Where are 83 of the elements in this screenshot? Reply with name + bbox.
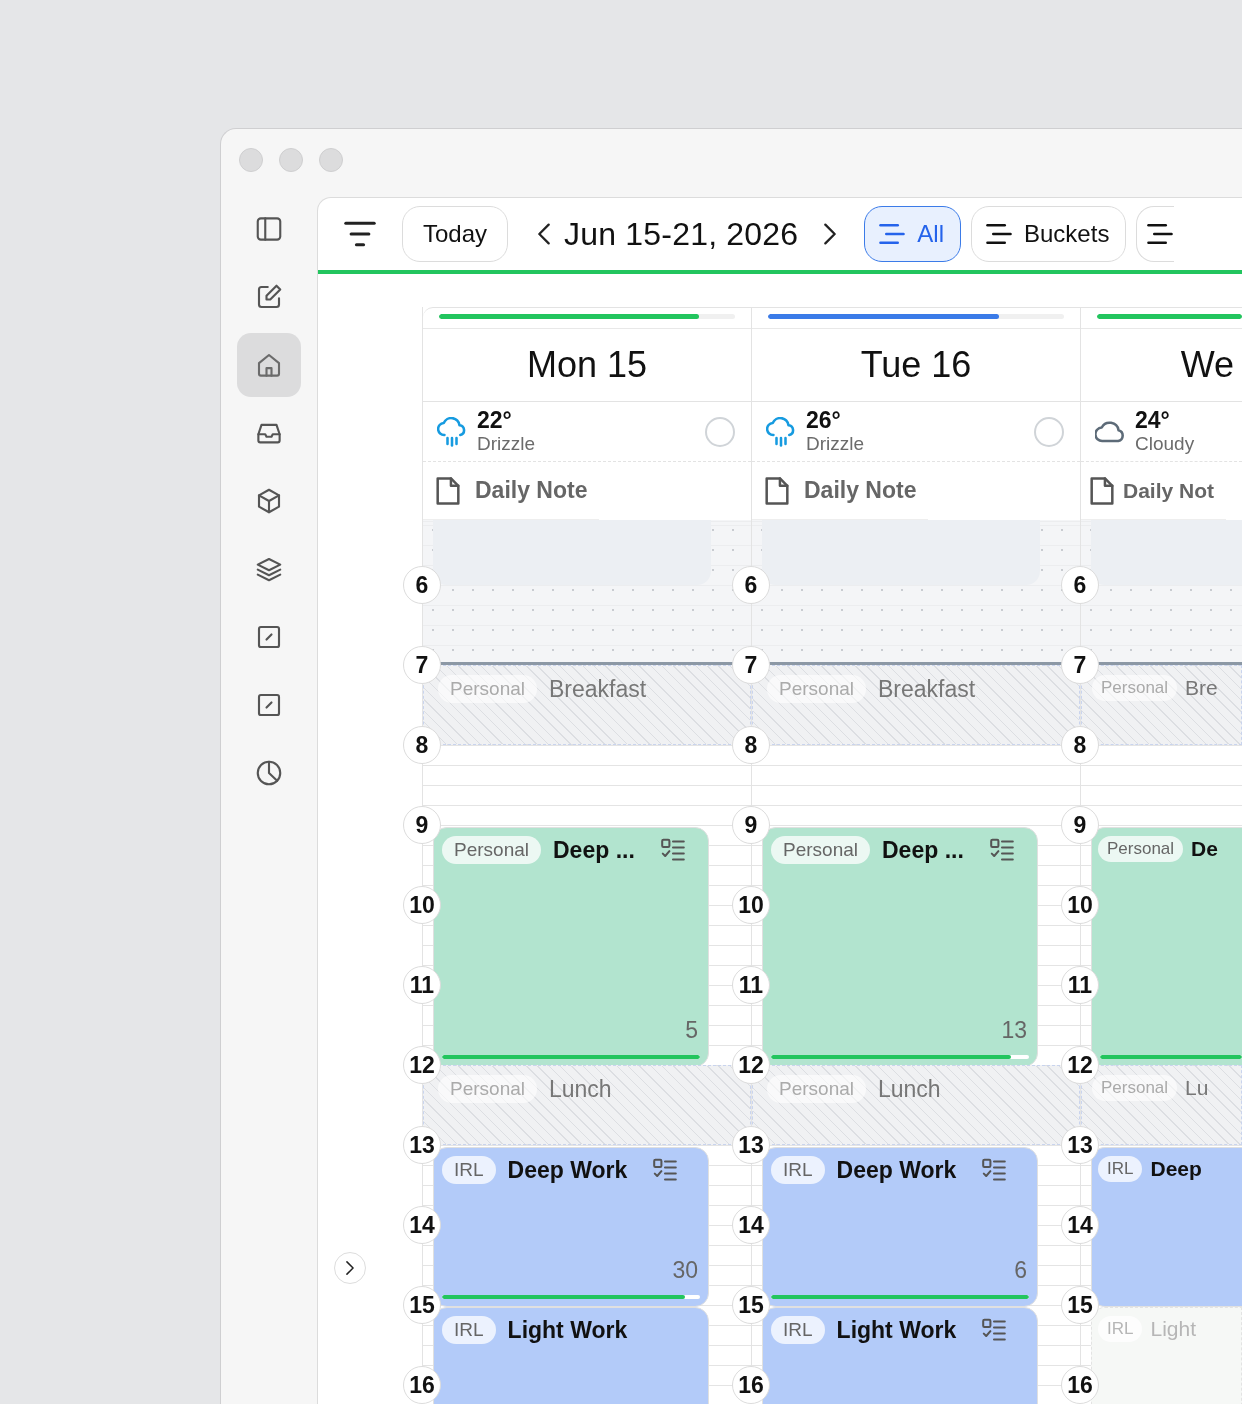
- document-icon: [1089, 476, 1115, 505]
- event-tag: Personal: [1092, 1075, 1178, 1101]
- event-title: Bre: [1185, 676, 1218, 700]
- event-title: Deep Work: [836, 1156, 957, 1184]
- event-tag: Personal: [1098, 836, 1184, 862]
- event-tag: IRL: [442, 1316, 496, 1344]
- event-title: Light Work: [836, 1316, 957, 1344]
- event-tag: IRL: [1098, 1156, 1143, 1182]
- event-tag: Personal: [767, 1075, 866, 1103]
- event-tag: Personal: [442, 836, 541, 864]
- event-title: De: [1191, 837, 1218, 861]
- event-tag: Personal: [767, 675, 866, 703]
- hour-label: 13: [403, 1126, 441, 1164]
- hour-label: 7: [403, 646, 441, 684]
- hour-label: 15: [403, 1286, 441, 1324]
- pie-chart-icon: [254, 758, 284, 788]
- event-title: Deep: [1150, 1157, 1202, 1181]
- day-title: Mon 15: [526, 344, 648, 386]
- weather-condition: Drizzle: [806, 433, 866, 455]
- event-tag: Personal: [438, 1075, 537, 1103]
- chevron-left-icon: [538, 223, 551, 245]
- hour-label: 12: [403, 1046, 441, 1084]
- rain-cloud-icon: [437, 416, 467, 447]
- home-button[interactable]: [237, 333, 301, 397]
- list-icon: [1147, 221, 1174, 247]
- previous-button[interactable]: [538, 223, 551, 245]
- task-count: 5: [685, 1017, 698, 1044]
- list-icon: [986, 221, 1012, 247]
- date-range: Jun 15-21, 2026: [564, 215, 799, 253]
- hour-label: 8: [403, 726, 441, 764]
- event-title: Breakfast: [549, 675, 647, 703]
- event-tag: Personal: [438, 675, 537, 703]
- day-title: We: [1180, 344, 1234, 386]
- hour-label: 6: [403, 566, 441, 604]
- expand-button[interactable]: [334, 1252, 366, 1284]
- next-button[interactable]: [824, 223, 837, 245]
- chevron-right-icon: [824, 223, 837, 245]
- day-checkbox[interactable]: [705, 416, 735, 447]
- event-card[interactable]: Personal De: [1091, 827, 1242, 1067]
- event-title: Lunch: [549, 1075, 612, 1103]
- chevron-right-icon: [346, 1261, 354, 1275]
- event-card[interactable]: Personal Deep ... 5: [433, 827, 709, 1067]
- task-count: 6: [1014, 1257, 1027, 1284]
- view-tab[interactable]: All: [864, 206, 961, 262]
- temperature: 22°: [477, 408, 513, 434]
- event-tag: Personal: [771, 836, 870, 864]
- event-card[interactable]: Personal Deep ... 13: [762, 827, 1038, 1067]
- event-card[interactable]: IRL Light Work: [433, 1307, 709, 1404]
- hour-label: 14: [403, 1206, 441, 1244]
- task-count: 13: [1001, 1017, 1027, 1044]
- hour-label: 16: [403, 1366, 441, 1404]
- today-button[interactable]: Today: [402, 206, 509, 262]
- day-checkbox[interactable]: [1034, 416, 1064, 447]
- event-tag: IRL: [1098, 1316, 1143, 1342]
- hour-label: 10: [403, 886, 441, 924]
- event-tag: IRL: [771, 1316, 825, 1344]
- list-icon: [879, 221, 906, 247]
- day-title: Tue 16: [860, 344, 972, 386]
- weather-condition: Drizzle: [477, 433, 537, 455]
- event-title: Breakfast: [878, 675, 976, 703]
- view-tab[interactable]: [1136, 206, 1175, 262]
- temperature: 26°: [806, 408, 842, 434]
- event-title: Light Work: [507, 1316, 628, 1344]
- event-title: Lunch: [878, 1075, 941, 1103]
- hour-label: 9: [403, 806, 441, 844]
- document-icon: [764, 476, 790, 505]
- document-icon: [435, 476, 461, 505]
- hour-label: 11: [403, 966, 441, 1004]
- event-title: Light: [1150, 1317, 1196, 1341]
- event-tag: Personal: [1092, 675, 1178, 701]
- view-tab[interactable]: Buckets: [971, 206, 1127, 262]
- sidebar-icon: [254, 214, 284, 244]
- event-title: Lu: [1185, 1076, 1209, 1100]
- rain-cloud-icon: [766, 416, 796, 447]
- weather-condition: Cloudy: [1135, 433, 1196, 455]
- event-card[interactable]: IRL Light Work: [762, 1307, 1038, 1404]
- event-title: Deep Work: [507, 1156, 628, 1184]
- event-title: Deep ...: [553, 836, 635, 864]
- event-title: Deep ...: [882, 836, 964, 864]
- task-count: 30: [672, 1257, 698, 1284]
- event-tag: IRL: [771, 1156, 825, 1184]
- event-tag: IRL: [442, 1156, 496, 1184]
- temperature: 24°: [1135, 408, 1171, 434]
